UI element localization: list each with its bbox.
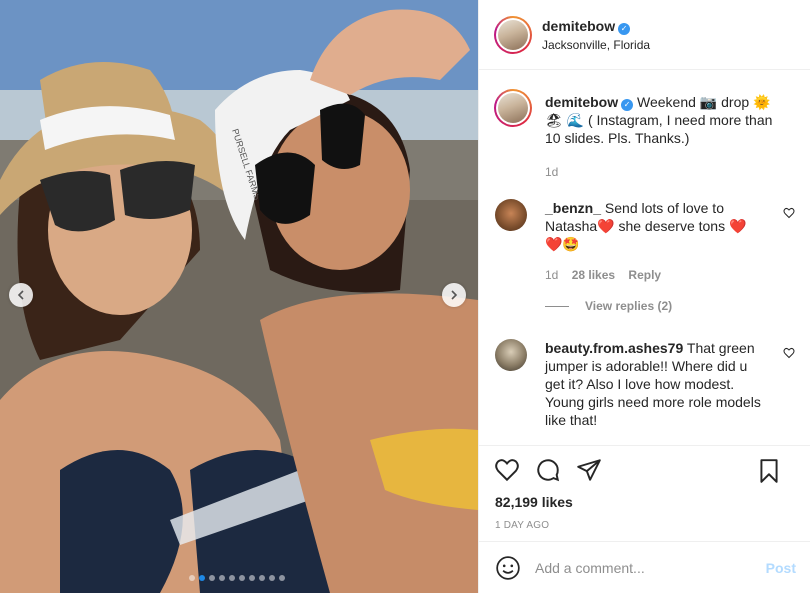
slide-indicator: [189, 575, 285, 581]
comment-username[interactable]: _benzn_: [545, 200, 601, 216]
commenter-avatar[interactable]: [495, 199, 527, 231]
slide-dot: [279, 575, 285, 581]
post-header: demitebow ✓ Jacksonville, Florida: [479, 0, 810, 70]
post-date[interactable]: 1 DAY AGO: [479, 520, 810, 531]
comment-likes[interactable]: 28 likes: [572, 268, 615, 282]
slide-dot: [209, 575, 215, 581]
share-paper-plane-icon[interactable]: [576, 457, 602, 483]
chevron-left-icon: [17, 290, 24, 300]
post-comment-button[interactable]: Post: [766, 560, 796, 576]
slide-dot-active: [199, 575, 205, 581]
slide-dot: [189, 575, 195, 581]
post-actions: 82,199 likes 1 DAY AGO: [479, 445, 810, 531]
like-heart-icon[interactable]: [494, 457, 520, 483]
location-link[interactable]: Jacksonville, Florida: [542, 38, 650, 52]
comment-bubble-icon[interactable]: [535, 457, 561, 483]
post-photo[interactable]: PURSELL FARMS: [0, 0, 478, 593]
comment-input[interactable]: Add a comment...: [535, 560, 766, 576]
post-sidebar: demitebow ✓ Jacksonville, Florida demiteb…: [478, 0, 810, 593]
header-username[interactable]: demitebow: [542, 18, 615, 34]
add-comment-bar: Add a comment... Post: [479, 541, 810, 593]
slide-dot: [229, 575, 235, 581]
next-slide-button[interactable]: [442, 283, 466, 307]
slide-dot: [249, 575, 255, 581]
slide-dot: [269, 575, 275, 581]
slide-dot: [239, 575, 245, 581]
likes-count[interactable]: 82,199 likes: [479, 494, 810, 510]
avatar[interactable]: [494, 15, 532, 54]
slide-dot: [259, 575, 265, 581]
reply-button[interactable]: Reply: [628, 268, 661, 282]
emoji-icon[interactable]: [495, 555, 521, 581]
instagram-post: PURSELL FARMS demitebow ✓ Jacksonville, …: [0, 0, 810, 593]
view-replies-button[interactable]: View replies (2): [545, 299, 672, 313]
comment-time[interactable]: 1d: [545, 268, 558, 282]
like-comment-heart-icon[interactable]: [783, 207, 795, 219]
save-bookmark-icon[interactable]: [756, 458, 782, 484]
photo-scene: PURSELL FARMS: [0, 0, 478, 593]
caption-avatar[interactable]: [494, 89, 532, 127]
caption-username[interactable]: demitebow: [545, 94, 618, 110]
commenter-avatar[interactable]: [495, 339, 527, 371]
verified-badge-icon: ✓: [618, 22, 631, 35]
chevron-right-icon: [451, 290, 458, 300]
verified-badge-icon: ✓: [621, 99, 634, 111]
previous-slide-button[interactable]: [9, 283, 33, 307]
comments-section[interactable]: demitebow ✓ Weekend 📷 drop 🌞 🏖 🌊 ( Instag…: [479, 71, 810, 444]
comment-username[interactable]: beauty.from.ashes79: [545, 340, 683, 356]
slide-dot: [219, 575, 225, 581]
like-comment-heart-icon[interactable]: [783, 347, 795, 359]
caption-time[interactable]: 1d: [545, 163, 790, 181]
